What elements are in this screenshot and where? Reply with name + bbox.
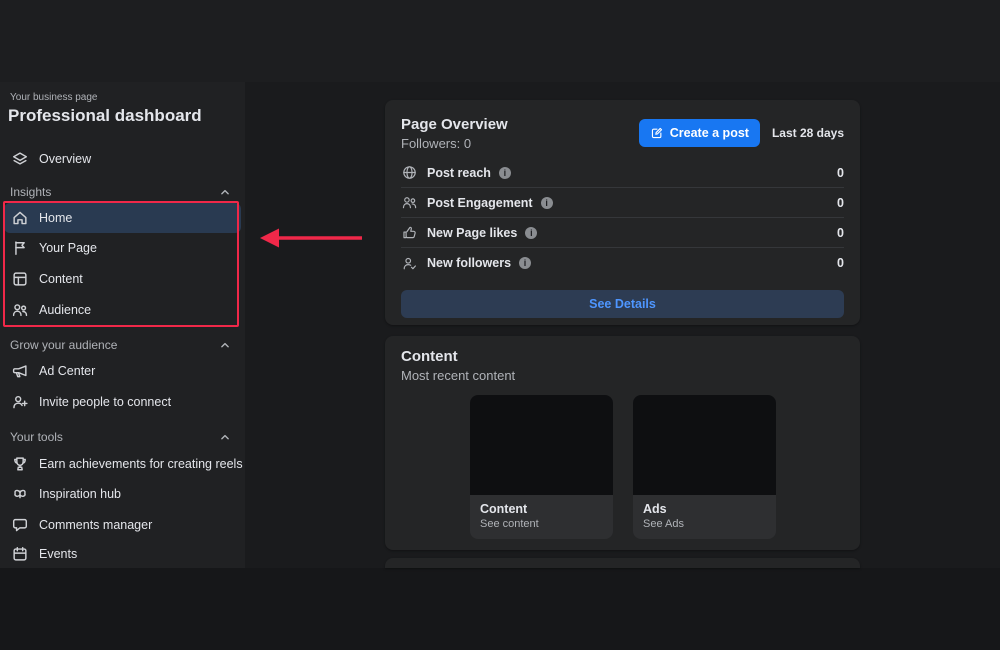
metric-row-new-followers: New followers i 0 (401, 248, 844, 278)
sidebar-item-label: Content (39, 272, 83, 286)
sidebar-item-invite-people[interactable]: Invite people to connect (4, 387, 241, 417)
sidebar-item-label: Comments manager (39, 518, 152, 532)
home-icon (10, 209, 30, 227)
metric-label: Post Engagement (427, 196, 533, 210)
top-band (0, 0, 1000, 82)
content-thumbnail (470, 395, 613, 495)
people-icon (401, 194, 419, 211)
sidebar-item-inspiration-hub[interactable]: Inspiration hub (4, 479, 241, 509)
followers-count: Followers: 0 (401, 136, 508, 151)
person-add-icon (10, 393, 30, 411)
sidebar-eyebrow: Your business page (10, 92, 97, 103)
section-label: Insights (10, 185, 51, 199)
info-icon[interactable]: i (541, 197, 553, 209)
megaphone-icon (10, 362, 30, 380)
sidebar-item-label: Invite people to connect (39, 395, 171, 409)
section-label: Grow your audience (10, 338, 117, 352)
compose-icon (650, 126, 664, 140)
butterfly-icon (10, 485, 30, 503)
sidebar-item-earn-achievements[interactable]: Earn achievements for creating reels (4, 449, 241, 479)
section-header-your-tools[interactable]: Your tools (4, 425, 241, 449)
content-tile[interactable]: Content See content (470, 395, 613, 539)
sidebar-item-label: Overview (39, 152, 91, 166)
sidebar-item-home[interactable]: Home (4, 203, 241, 233)
sidebar-item-ad-center[interactable]: Ad Center (4, 356, 241, 386)
sidebar-item-your-page[interactable]: Your Page (4, 233, 241, 263)
card-subtitle: Most recent content (401, 368, 844, 383)
chevron-up-icon (218, 338, 232, 352)
section-label: Your tools (10, 430, 63, 444)
create-post-button[interactable]: Create a post (639, 119, 760, 147)
sidebar-item-audience[interactable]: Audience (4, 295, 241, 325)
sidebar-item-label: Earn achievements for creating reels (39, 457, 243, 471)
period-label: Last 28 days (772, 126, 844, 140)
sidebar-item-events[interactable]: Events (4, 540, 241, 568)
metric-label: New Page likes (427, 226, 517, 240)
metric-value: 0 (837, 196, 844, 210)
ads-tile[interactable]: Ads See Ads (633, 395, 776, 539)
see-content-link[interactable]: See content (480, 518, 603, 530)
sidebar-item-comments-manager[interactable]: Comments manager (4, 510, 241, 540)
chevron-up-icon (218, 185, 232, 199)
create-post-label: Create a post (670, 126, 749, 140)
tile-title: Ads (643, 502, 766, 516)
content-grid-icon (10, 270, 30, 288)
sidebar-item-label: Events (39, 547, 77, 561)
main-content: Page Overview Followers: 0 Create a post… (245, 82, 1000, 568)
page-overview-card: Page Overview Followers: 0 Create a post… (385, 100, 860, 325)
layers-icon (10, 150, 30, 168)
see-details-button[interactable]: See Details (401, 290, 844, 318)
sidebar-item-label: Audience (39, 303, 91, 317)
sidebar-item-overview[interactable]: Overview (4, 144, 241, 174)
see-ads-link[interactable]: See Ads (643, 518, 766, 530)
trophy-icon (10, 455, 30, 473)
section-header-insights[interactable]: Insights (4, 180, 241, 204)
screenshot-stage: Your business page Professional dashboar… (0, 0, 1000, 650)
recent-content-tiles: Content See content Ads See Ads (470, 395, 844, 539)
info-icon[interactable]: i (499, 167, 511, 179)
metric-row-post-reach: Post reach i 0 (401, 158, 844, 188)
sidebar: Your business page Professional dashboar… (0, 82, 245, 568)
chevron-up-icon (218, 430, 232, 444)
metric-label: New followers (427, 256, 511, 270)
bottom-band (0, 568, 1000, 650)
thumb-up-icon (401, 224, 419, 241)
ads-thumbnail (633, 395, 776, 495)
flag-icon (10, 239, 30, 257)
metric-row-post-engagement: Post Engagement i 0 (401, 188, 844, 218)
sidebar-item-content[interactable]: Content (4, 264, 241, 294)
next-card-sliver (385, 558, 860, 568)
tile-title: Content (480, 502, 603, 516)
page-title: Professional dashboard (8, 106, 202, 126)
sidebar-item-label: Ad Center (39, 364, 95, 378)
info-icon[interactable]: i (525, 227, 537, 239)
sidebar-item-label: Inspiration hub (39, 487, 121, 501)
card-title: Content (401, 348, 844, 365)
sidebar-item-label: Home (39, 211, 72, 225)
metric-value: 0 (837, 166, 844, 180)
comment-icon (10, 516, 30, 534)
metric-value: 0 (837, 226, 844, 240)
metric-row-new-page-likes: New Page likes i 0 (401, 218, 844, 248)
card-title: Page Overview (401, 116, 508, 133)
people-icon (10, 301, 30, 319)
metrics-list: Post reach i 0 Post Engagement i 0 (401, 158, 844, 278)
sidebar-item-label: Your Page (39, 241, 97, 255)
person-check-icon (401, 255, 419, 272)
calendar-icon (10, 545, 30, 563)
section-header-grow-your-audience[interactable]: Grow your audience (4, 333, 241, 357)
globe-icon (401, 164, 419, 181)
page-overview-heading: Page Overview Followers: 0 (401, 116, 508, 151)
content-card: Content Most recent content Content See … (385, 336, 860, 550)
metric-label: Post reach (427, 166, 491, 180)
info-icon[interactable]: i (519, 257, 531, 269)
metric-value: 0 (837, 256, 844, 270)
